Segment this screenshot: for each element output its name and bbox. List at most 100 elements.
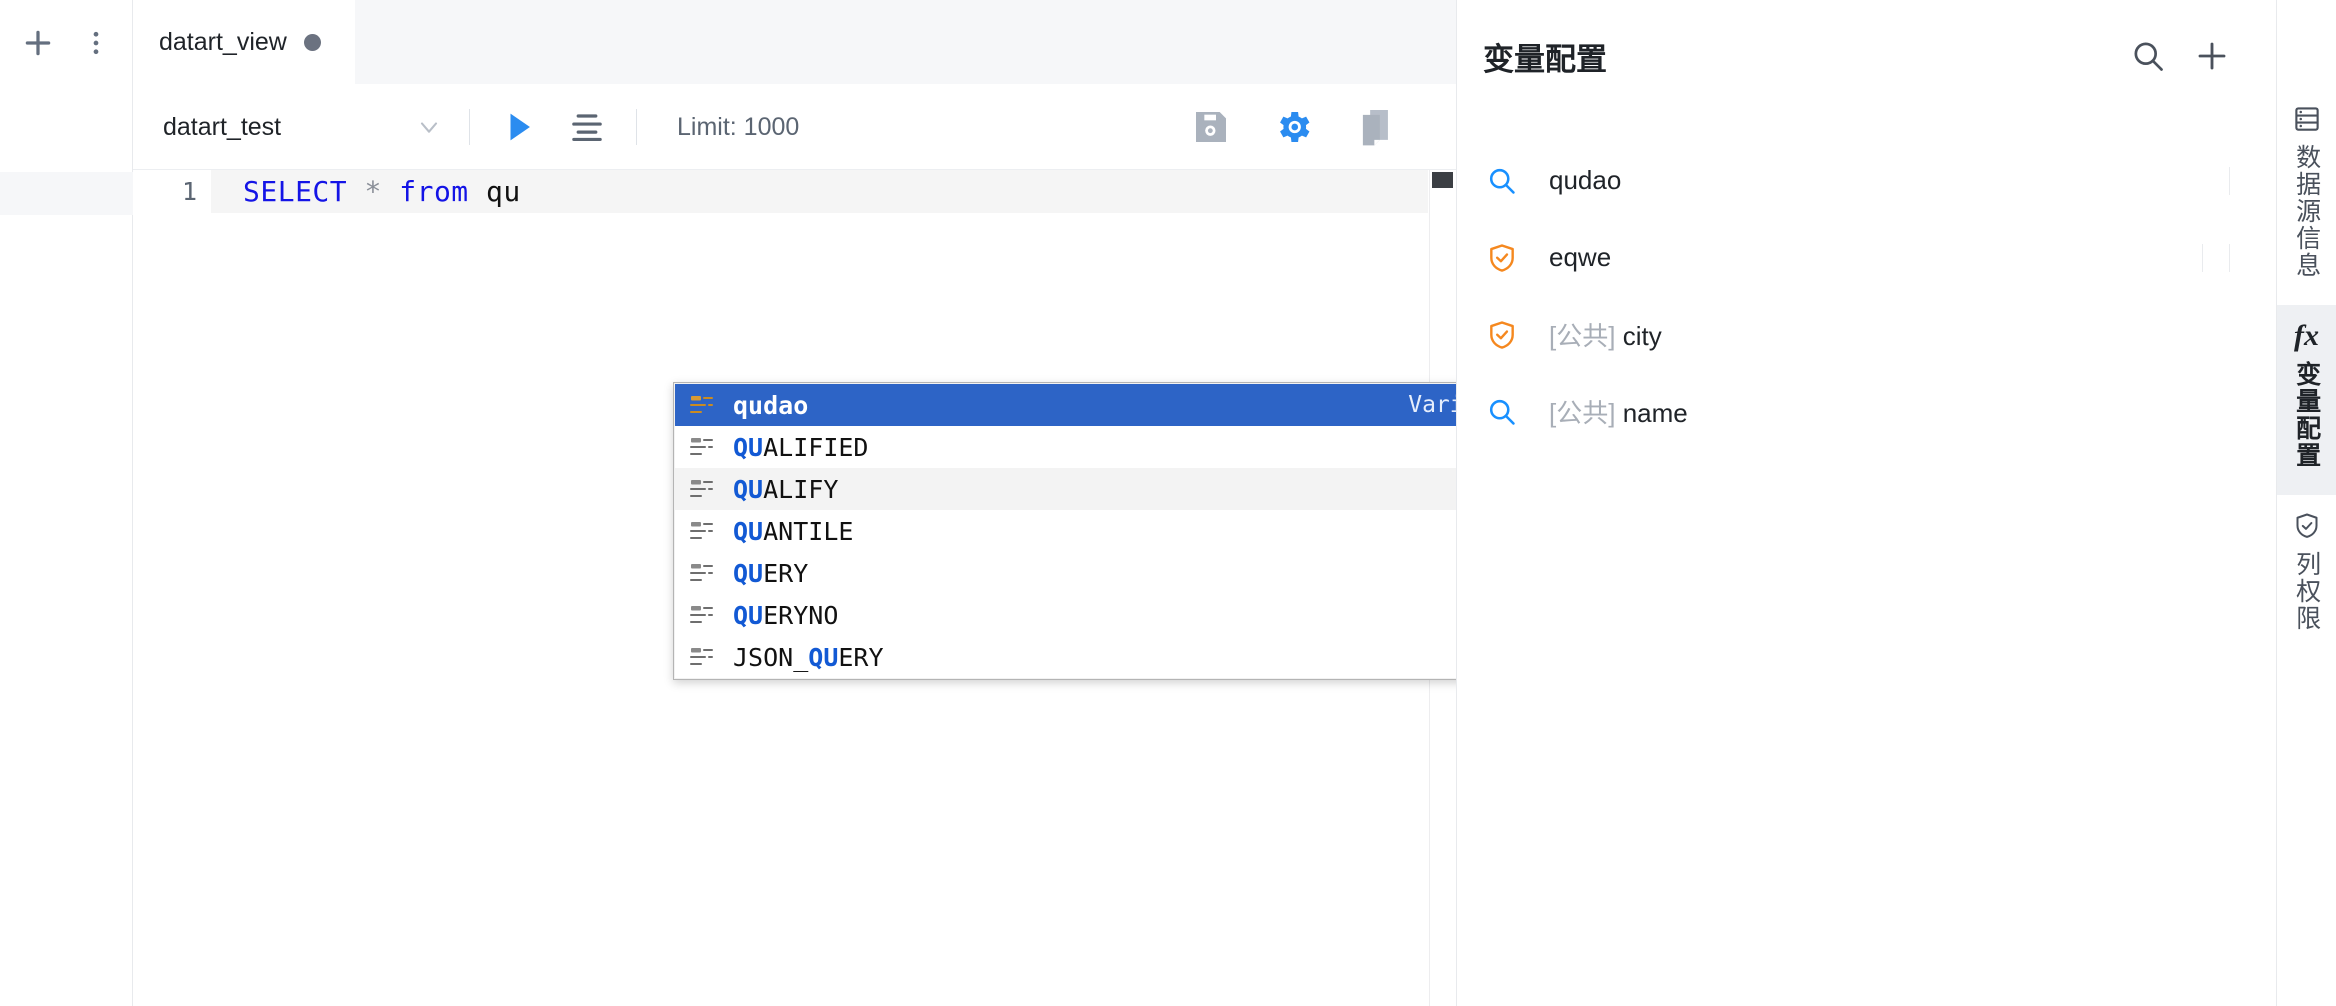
keyword-list-icon: [687, 435, 717, 459]
shield-check-icon: [1483, 242, 1521, 274]
vtab-variable-config[interactable]: fx 变量配置: [2277, 305, 2336, 495]
keyword-list-icon: [687, 561, 717, 585]
tab-modified-dot: [304, 34, 321, 51]
save-icon[interactable]: [1188, 104, 1234, 150]
tabbar-filler: [355, 0, 1456, 85]
autocomplete-rest: ALIFIED: [763, 433, 868, 462]
autocomplete-label: qudao: [733, 391, 1408, 420]
keyword-list-icon: [687, 603, 717, 627]
autocomplete-item-queryno[interactable]: QUERYNO: [675, 594, 1456, 636]
left-sidebar-header: [0, 0, 132, 85]
sql-editor[interactable]: 1 SELECT * from qu: [133, 169, 1456, 1006]
keyword-list-icon: [687, 645, 717, 669]
add-variable-icon[interactable]: [2194, 38, 2230, 74]
code-space-2: [382, 175, 399, 208]
autocomplete-item-qualify[interactable]: QUALIFY: [675, 468, 1456, 510]
chevron-down-icon: [415, 113, 443, 141]
add-icon[interactable]: [21, 26, 55, 60]
query-toolbar: datart_test: [133, 85, 1456, 169]
variable-name: qudao: [1549, 165, 1621, 196]
variable-scope-prefix: [公共]: [1549, 398, 1615, 428]
autocomplete-item-qualified[interactable]: QUALIFIED: [675, 426, 1456, 468]
autocomplete-item-qudao[interactable]: qudao Variable: [675, 384, 1456, 426]
fx-icon: fx: [2294, 321, 2319, 351]
limit-label[interactable]: Limit: 1000: [677, 113, 799, 142]
autocomplete-item-quantile[interactable]: QUANTILE: [675, 510, 1456, 552]
search-icon[interactable]: [2130, 38, 2166, 74]
row-divider-2: [2229, 244, 2230, 272]
sql-keyword-from: from: [399, 175, 468, 208]
autocomplete-rest: ANTILE: [763, 517, 853, 546]
autocomplete-rest: ERY: [838, 643, 883, 672]
row-divider: [2229, 167, 2230, 195]
variable-label: qudao: [1549, 165, 1621, 195]
left-sidebar: [0, 0, 133, 1006]
autocomplete-label: QUERYNO: [733, 601, 1456, 630]
more-vertical-icon[interactable]: [81, 28, 111, 58]
sql-typed-token: qu: [486, 175, 521, 208]
variable-name: eqwe: [1549, 242, 1611, 273]
shield-check-icon: [2292, 511, 2322, 541]
code-space-3: [469, 175, 486, 208]
vtab-column-permission[interactable]: 列权限: [2277, 495, 2336, 658]
list-item[interactable]: [公共] city: [1457, 296, 2276, 373]
editor-tabbar: datart_view: [133, 0, 1456, 85]
autocomplete-item-json-query[interactable]: JSON_QUERY: [675, 636, 1456, 678]
autocomplete-prefix: QU: [733, 517, 763, 546]
tab-label: datart_view: [159, 28, 287, 57]
autocomplete-prefix: qu: [733, 391, 763, 420]
copy-pages-icon[interactable]: [1352, 104, 1398, 150]
autocomplete-label: QUANTILE: [733, 517, 1456, 546]
list-item[interactable]: eqwe: [1457, 219, 2276, 296]
autocomplete-label: QUALIFY: [733, 475, 1456, 504]
variable-scope-prefix: [公共]: [1549, 321, 1615, 351]
autocomplete-rest: ALIFY: [763, 475, 838, 504]
format-sql-icon[interactable]: [564, 104, 610, 150]
variable-name: [公共] city: [1549, 316, 1662, 353]
panel-header-actions: [2130, 38, 2230, 74]
vtab-label: 数据源信息: [2293, 144, 2319, 279]
sidebar-selected-row[interactable]: [0, 172, 133, 215]
database-icon: [2292, 104, 2322, 134]
shield-check-icon: [1483, 319, 1521, 351]
search-icon: [1483, 165, 1521, 197]
autocomplete-rest: ERY: [763, 559, 808, 588]
keyword-list-icon: [687, 477, 717, 501]
tab-datart-view[interactable]: datart_view: [133, 0, 355, 85]
datasource-select[interactable]: datart_test: [163, 113, 443, 142]
line-number: 1: [133, 170, 211, 213]
datasource-name: datart_test: [163, 113, 415, 142]
variable-label: name: [1623, 398, 1688, 428]
variable-config-panel: 变量配置: [1456, 0, 2276, 1006]
toolbar-right-actions: [1188, 104, 1398, 150]
autocomplete-prefix: QU: [808, 643, 838, 672]
autocomplete-prefix: QU: [733, 601, 763, 630]
sql-star: *: [365, 175, 382, 208]
vtab-datasource-info[interactable]: 数据源信息: [2277, 88, 2336, 305]
app-root: datart_view datart_test: [0, 0, 2336, 1006]
editor-scrollbar-thumb[interactable]: [1432, 172, 1453, 188]
right-vertical-tabbar: 数据源信息 fx 变量配置 列权限: [2276, 0, 2336, 1006]
code-line-1[interactable]: 1 SELECT * from qu: [133, 170, 1428, 213]
autocomplete-popup[interactable]: qudao Variable QUALIFIED: [673, 382, 1456, 680]
variable-name: [公共] name: [1549, 393, 1688, 430]
settings-gear-icon[interactable]: [1270, 104, 1316, 150]
autocomplete-pre: JSON_: [733, 643, 808, 672]
search-icon: [1483, 396, 1521, 428]
autocomplete-rest: dao: [763, 391, 808, 420]
code-space-1: [347, 175, 364, 208]
variable-list-icon: [687, 393, 717, 417]
autocomplete-kind: Variable: [1408, 392, 1456, 418]
autocomplete-prefix: QU: [733, 475, 763, 504]
list-item[interactable]: [公共] name: [1457, 373, 2276, 450]
sql-keyword-select: SELECT: [243, 175, 347, 208]
vtab-label: 列权限: [2293, 551, 2319, 632]
page-title: 变量配置: [1483, 34, 2130, 79]
variable-label: eqwe: [1549, 242, 1611, 272]
row-divider: [2202, 244, 2203, 272]
list-item[interactable]: qudao: [1457, 142, 2276, 219]
autocomplete-item-query[interactable]: QUERY: [675, 552, 1456, 594]
panel-header: 变量配置: [1457, 0, 2276, 112]
toolbar-divider-2: [636, 109, 637, 145]
run-query-icon[interactable]: [496, 104, 542, 150]
